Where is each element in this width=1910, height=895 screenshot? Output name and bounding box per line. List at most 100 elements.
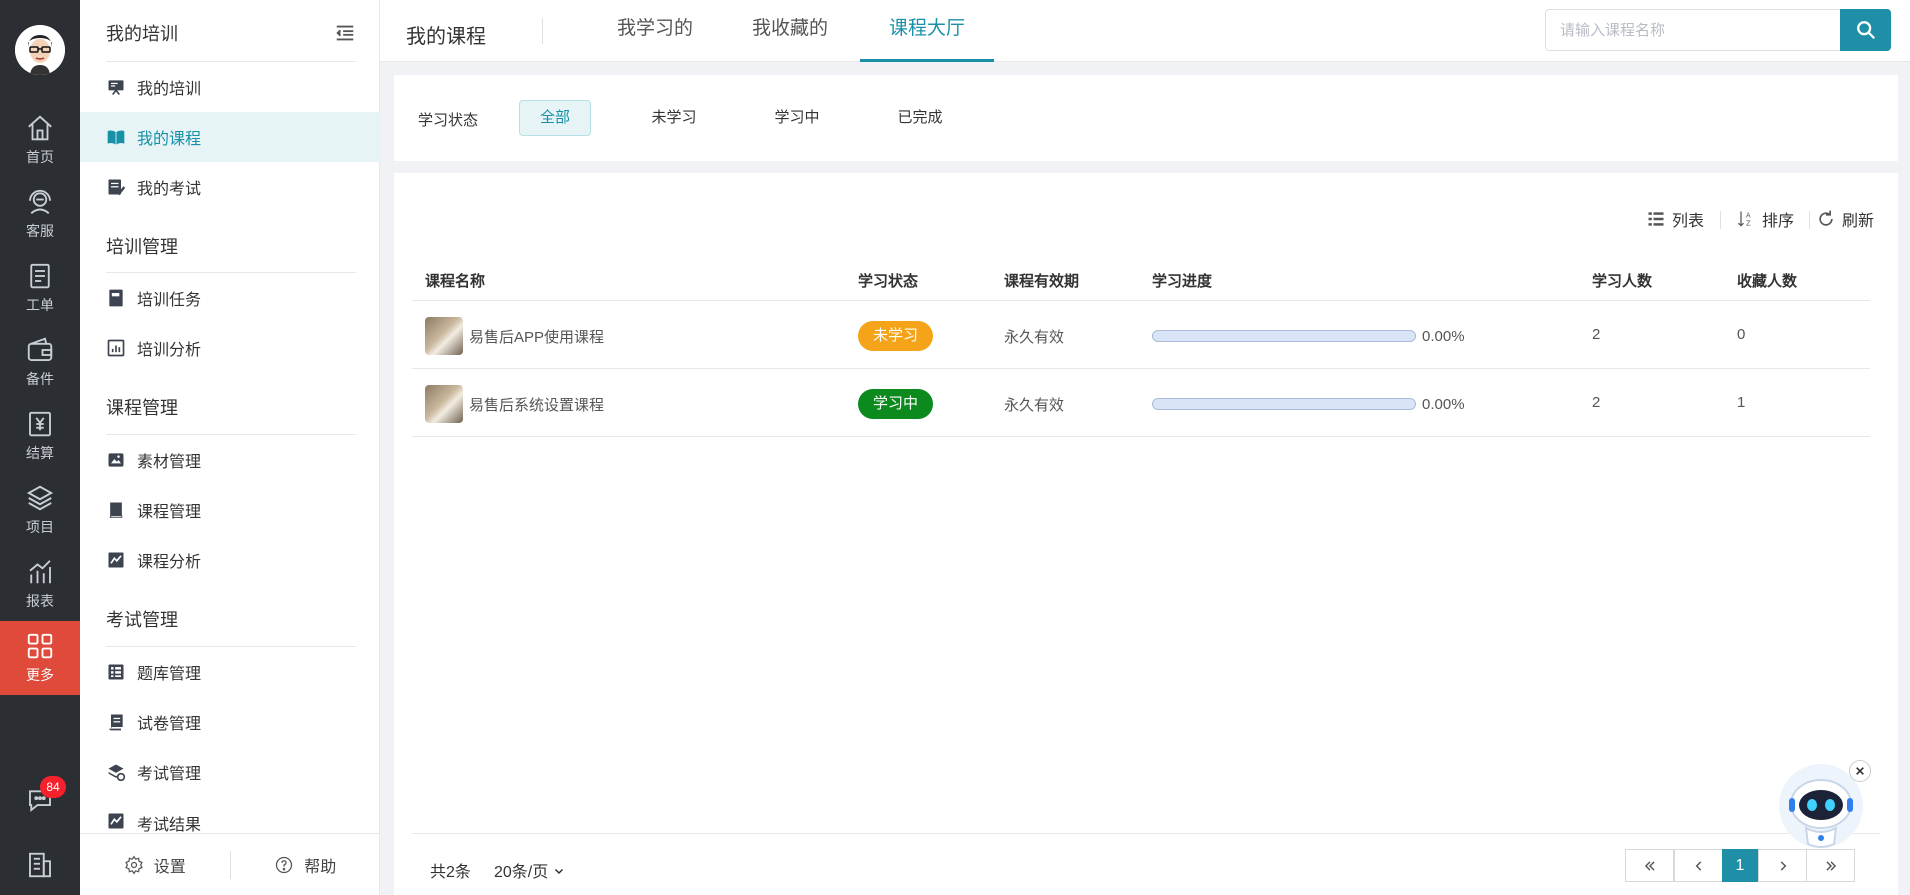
building-icon: [29, 852, 51, 878]
results-chart-icon: [108, 813, 124, 829]
rail-item-more[interactable]: 更多: [0, 621, 80, 695]
left-rail: 首页 客服 工单 备件 结算 项目 报表 更多 84: [0, 0, 80, 895]
wallet-icon: [27, 337, 53, 361]
rail-label: 项目: [26, 519, 54, 535]
collapse-menu-icon[interactable]: [334, 22, 356, 44]
filter-option-not-started[interactable]: 未学习: [638, 100, 710, 136]
progress-percent: 0.00%: [1422, 328, 1465, 345]
last-page-button[interactable]: [1806, 849, 1855, 882]
settings-label: 设置: [153, 858, 186, 876]
column-header: 学习进度: [1152, 273, 1213, 290]
menu-item-my-courses[interactable]: 我的课程: [80, 112, 380, 162]
course-name[interactable]: 易售后APP使用课程: [469, 326, 604, 347]
list-icon: [108, 664, 124, 680]
settings-button[interactable]: 设置: [80, 853, 230, 877]
course-thumbnail: [425, 317, 463, 355]
filter-option-in-progress[interactable]: 学习中: [761, 100, 833, 136]
table-row[interactable]: 易售后APP使用课程 未学习 永久有效 0.00% 2 0: [412, 302, 1870, 369]
menu-item-my-exams[interactable]: 我的考试: [80, 162, 380, 212]
filter-label: 学习状态: [418, 112, 479, 129]
refresh-button[interactable]: 刷新: [1816, 207, 1874, 231]
rail-item-service[interactable]: 客服: [0, 177, 80, 251]
side-footer: 设置 帮助: [80, 833, 380, 895]
book-icon: [109, 502, 123, 518]
rail-item-report[interactable]: 报表: [0, 547, 80, 621]
favorite-count: 0: [1737, 326, 1746, 343]
menu-item-materials[interactable]: 素材管理: [80, 435, 380, 485]
menu-label: 考试结果: [137, 817, 202, 833]
next-page-button[interactable]: [1758, 849, 1807, 882]
course-list-card: 列表 AZ 排序 刷新 课程名称 学习状态 课程有效期 学习进度 学习人数 收藏…: [394, 173, 1898, 895]
menu-item-training-tasks[interactable]: 培训任务: [80, 273, 380, 323]
line-chart-icon: [108, 552, 124, 568]
search-icon: [1856, 21, 1875, 40]
avatar[interactable]: [15, 25, 65, 75]
first-page-button[interactable]: [1625, 849, 1674, 882]
menu-item-exam-results[interactable]: 考试结果: [80, 797, 380, 833]
chart-icon: [29, 560, 51, 584]
sort-button[interactable]: AZ 排序: [1736, 207, 1794, 231]
sort-az-icon: AZ: [1738, 211, 1751, 228]
menu-item-my-training[interactable]: 我的培训: [80, 62, 380, 112]
filter-option-all[interactable]: 全部: [519, 100, 591, 136]
filter-option-completed[interactable]: 已完成: [884, 100, 956, 136]
menu-label: 题库管理: [137, 666, 202, 683]
sort-label: 排序: [1762, 213, 1795, 230]
course-validity: 永久有效: [1004, 397, 1065, 414]
menu-item-paper-management[interactable]: 试卷管理: [80, 697, 380, 747]
tab-my-learning[interactable]: 我学习的: [610, 0, 700, 62]
refresh-icon: [1819, 210, 1833, 226]
rail-item-home[interactable]: 首页: [0, 103, 80, 177]
help-icon: [276, 856, 293, 873]
edit-document-icon: [108, 179, 126, 196]
menu-item-question-bank[interactable]: 题库管理: [80, 647, 380, 697]
menu-item-exam-management[interactable]: 考试管理: [80, 747, 380, 797]
layers-icon: [26, 485, 54, 511]
chevron-left-icon: [1695, 860, 1701, 871]
tab-course-hall[interactable]: 课程大厅: [860, 0, 994, 62]
list-view-button[interactable]: 列表: [1646, 207, 1704, 231]
close-assistant-button[interactable]: [1849, 760, 1871, 782]
company-button[interactable]: [0, 840, 80, 890]
learner-count: 2: [1592, 326, 1601, 343]
rail-label: 备件: [26, 371, 54, 387]
menu-label: 培训任务: [137, 292, 202, 309]
rail-label: 首页: [26, 149, 54, 165]
table-header: 课程名称 学习状态 课程有效期 学习进度 学习人数 收藏人数: [412, 257, 1870, 301]
rail-item-settlement[interactable]: 结算: [0, 399, 80, 473]
chevron-right-icon: [1780, 860, 1786, 871]
menu-item-training-analysis[interactable]: 培训分析: [80, 323, 380, 373]
progress-bar: [1152, 330, 1416, 342]
yen-icon: [29, 411, 51, 437]
search-input[interactable]: [1545, 9, 1840, 51]
rail-item-workorder[interactable]: 工单: [0, 251, 80, 325]
group-title-exams: 考试管理: [106, 610, 178, 630]
page-title: 我的课程: [406, 26, 486, 48]
search-button[interactable]: [1840, 9, 1891, 51]
divider: [1720, 211, 1721, 229]
table-row[interactable]: 易售后系统设置课程 学习中 永久有效 0.00% 2 1: [412, 370, 1870, 437]
rail-item-parts[interactable]: 备件: [0, 325, 80, 399]
tab-my-favorites[interactable]: 我收藏的: [745, 0, 835, 62]
course-name[interactable]: 易售后系统设置课程: [469, 394, 604, 415]
favorite-count: 1: [1737, 394, 1746, 411]
double-chevron-right-icon: [1825, 860, 1836, 871]
column-header: 收藏人数: [1737, 273, 1798, 290]
list-view-icon: [1648, 212, 1664, 226]
page-button-current[interactable]: 1: [1722, 849, 1758, 882]
page-size-select[interactable]: 20条/页: [494, 858, 565, 882]
prev-page-button[interactable]: [1674, 849, 1723, 882]
rail-label: 更多: [26, 667, 54, 683]
gear-icon: [124, 855, 143, 874]
help-button[interactable]: 帮助: [231, 853, 381, 877]
menu-item-course-analysis[interactable]: 课程分析: [80, 535, 380, 585]
headset-icon: [29, 189, 51, 214]
menu-label: 素材管理: [137, 454, 202, 471]
rail-item-project[interactable]: 项目: [0, 473, 80, 547]
menu-item-course-management[interactable]: 课程管理: [80, 485, 380, 535]
menu-label: 我的考试: [137, 181, 202, 198]
list-view-label: 列表: [1672, 213, 1705, 230]
menu-label: 培训分析: [137, 342, 202, 359]
column-header: 学习人数: [1592, 273, 1653, 290]
page-size-value: 20条/页: [494, 864, 549, 881]
